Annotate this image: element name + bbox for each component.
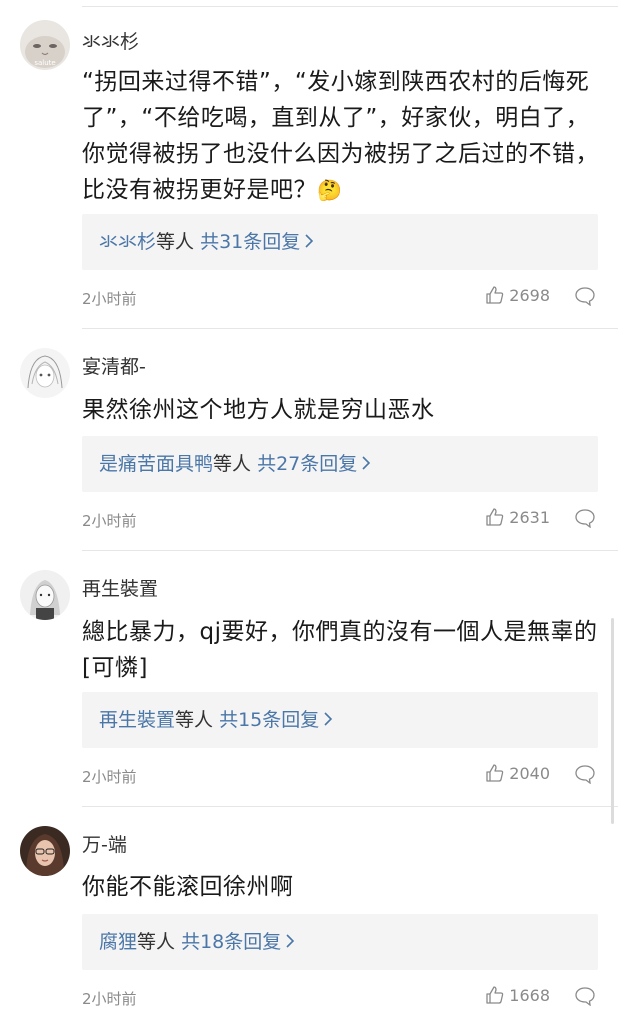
- avatar[interactable]: [20, 570, 70, 620]
- reply-count-link[interactable]: 共15条回复: [219, 709, 319, 731]
- thumbs-up-icon: [486, 286, 504, 304]
- reply-user-link[interactable]: 再生裝置: [99, 709, 175, 731]
- comment-bubble-icon: [575, 765, 595, 785]
- photo-avatar-icon: [20, 826, 70, 876]
- thumbs-up-icon: [486, 508, 504, 526]
- like-button[interactable]: 2040: [485, 763, 550, 783]
- reply-summary[interactable]: 再生裝置等人 共15条回复: [82, 692, 598, 748]
- thumbs-up-icon: [486, 986, 504, 1004]
- comment-text: 你能不能滚回徐州啊: [82, 874, 294, 900]
- username[interactable]: 再生裝置: [82, 577, 158, 601]
- reply-mid-text: 等人: [156, 231, 195, 253]
- comment-divider: [82, 806, 618, 807]
- like-count: 2631: [509, 507, 550, 527]
- cat-avatar-icon: salute: [20, 20, 70, 70]
- reply-count-link[interactable]: 共18条回复: [181, 931, 281, 953]
- comment-meta: 2小时前 2698: [82, 285, 598, 309]
- comment-text: 果然徐州这个地方人就是穷山恶水: [82, 397, 435, 423]
- timestamp: 2小时前: [82, 512, 137, 530]
- like-count: 2040: [509, 763, 550, 783]
- anime-avatar-icon: [20, 348, 70, 398]
- reply-mid-text: 等人: [137, 931, 176, 953]
- username[interactable]: 氺氺杉: [82, 30, 139, 54]
- chevron-right-icon: [286, 934, 295, 948]
- comment-divider: [82, 328, 618, 329]
- like-button[interactable]: 2698: [485, 285, 550, 305]
- reply-button[interactable]: [574, 764, 596, 788]
- chevron-right-icon: [362, 456, 371, 470]
- svg-text:salute: salute: [34, 59, 55, 67]
- thumbs-up-icon: [486, 764, 504, 782]
- reply-button[interactable]: [574, 986, 596, 1010]
- thinking-emoji-icon: 🤔: [317, 178, 343, 202]
- chevron-right-icon: [324, 712, 333, 726]
- comment-divider: [82, 550, 618, 551]
- comment-meta: 2小时前 1668: [82, 985, 598, 1009]
- timestamp: 2小时前: [82, 768, 137, 786]
- reply-user-link[interactable]: 氺氺杉: [99, 231, 156, 253]
- reply-mid-text: 等人: [175, 709, 214, 731]
- reply-summary[interactable]: 氺氺杉等人 共31条回复: [82, 214, 598, 270]
- like-button[interactable]: 1668: [485, 985, 550, 1005]
- chevron-right-icon: [305, 234, 314, 248]
- avatar[interactable]: salute: [20, 20, 70, 70]
- like-count: 1668: [509, 985, 550, 1005]
- reply-user-link[interactable]: 是痛苦面具鸭: [99, 453, 213, 475]
- comment-feed: salute 氺氺杉 “拐回来过得不错”，“发小嫁到陕西农村的后悔死了”，“不给…: [0, 0, 618, 1024]
- timestamp: 2小时前: [82, 290, 137, 308]
- comment-bubble-icon: [575, 987, 595, 1007]
- sketch-avatar-icon: [20, 570, 70, 620]
- reply-summary[interactable]: 腐狸等人 共18条回复: [82, 914, 598, 970]
- reply-count-link[interactable]: 共31条回复: [200, 231, 300, 253]
- comment-meta: 2小时前 2040: [82, 763, 598, 787]
- reply-user-link[interactable]: 腐狸: [99, 931, 137, 953]
- scrollbar[interactable]: [611, 618, 614, 824]
- comment-bubble-icon: [575, 287, 595, 307]
- username[interactable]: 万-端: [82, 833, 127, 857]
- timestamp: 2小时前: [82, 990, 137, 1008]
- top-divider: [82, 6, 618, 7]
- reply-count-link[interactable]: 共27条回复: [257, 453, 357, 475]
- comment-bubble-icon: [575, 509, 595, 529]
- reply-button[interactable]: [574, 286, 596, 310]
- reply-mid-text: 等人: [213, 453, 252, 475]
- comment-text: 總比暴力，qj要好，你們真的沒有一個人是無辜的[可憐]: [82, 619, 598, 681]
- reply-summary[interactable]: 是痛苦面具鸭等人 共27条回复: [82, 436, 598, 492]
- comment-meta: 2小时前 2631: [82, 507, 598, 531]
- avatar[interactable]: [20, 348, 70, 398]
- comment-text: “拐回来过得不错”，“发小嫁到陕西农村的后悔死了”，“不给吃喝，直到从了”，好家…: [82, 64, 602, 208]
- like-button[interactable]: 2631: [485, 507, 550, 527]
- like-count: 2698: [509, 285, 550, 305]
- reply-button[interactable]: [574, 508, 596, 532]
- avatar[interactable]: [20, 826, 70, 876]
- username[interactable]: 宴清都-: [82, 355, 146, 379]
